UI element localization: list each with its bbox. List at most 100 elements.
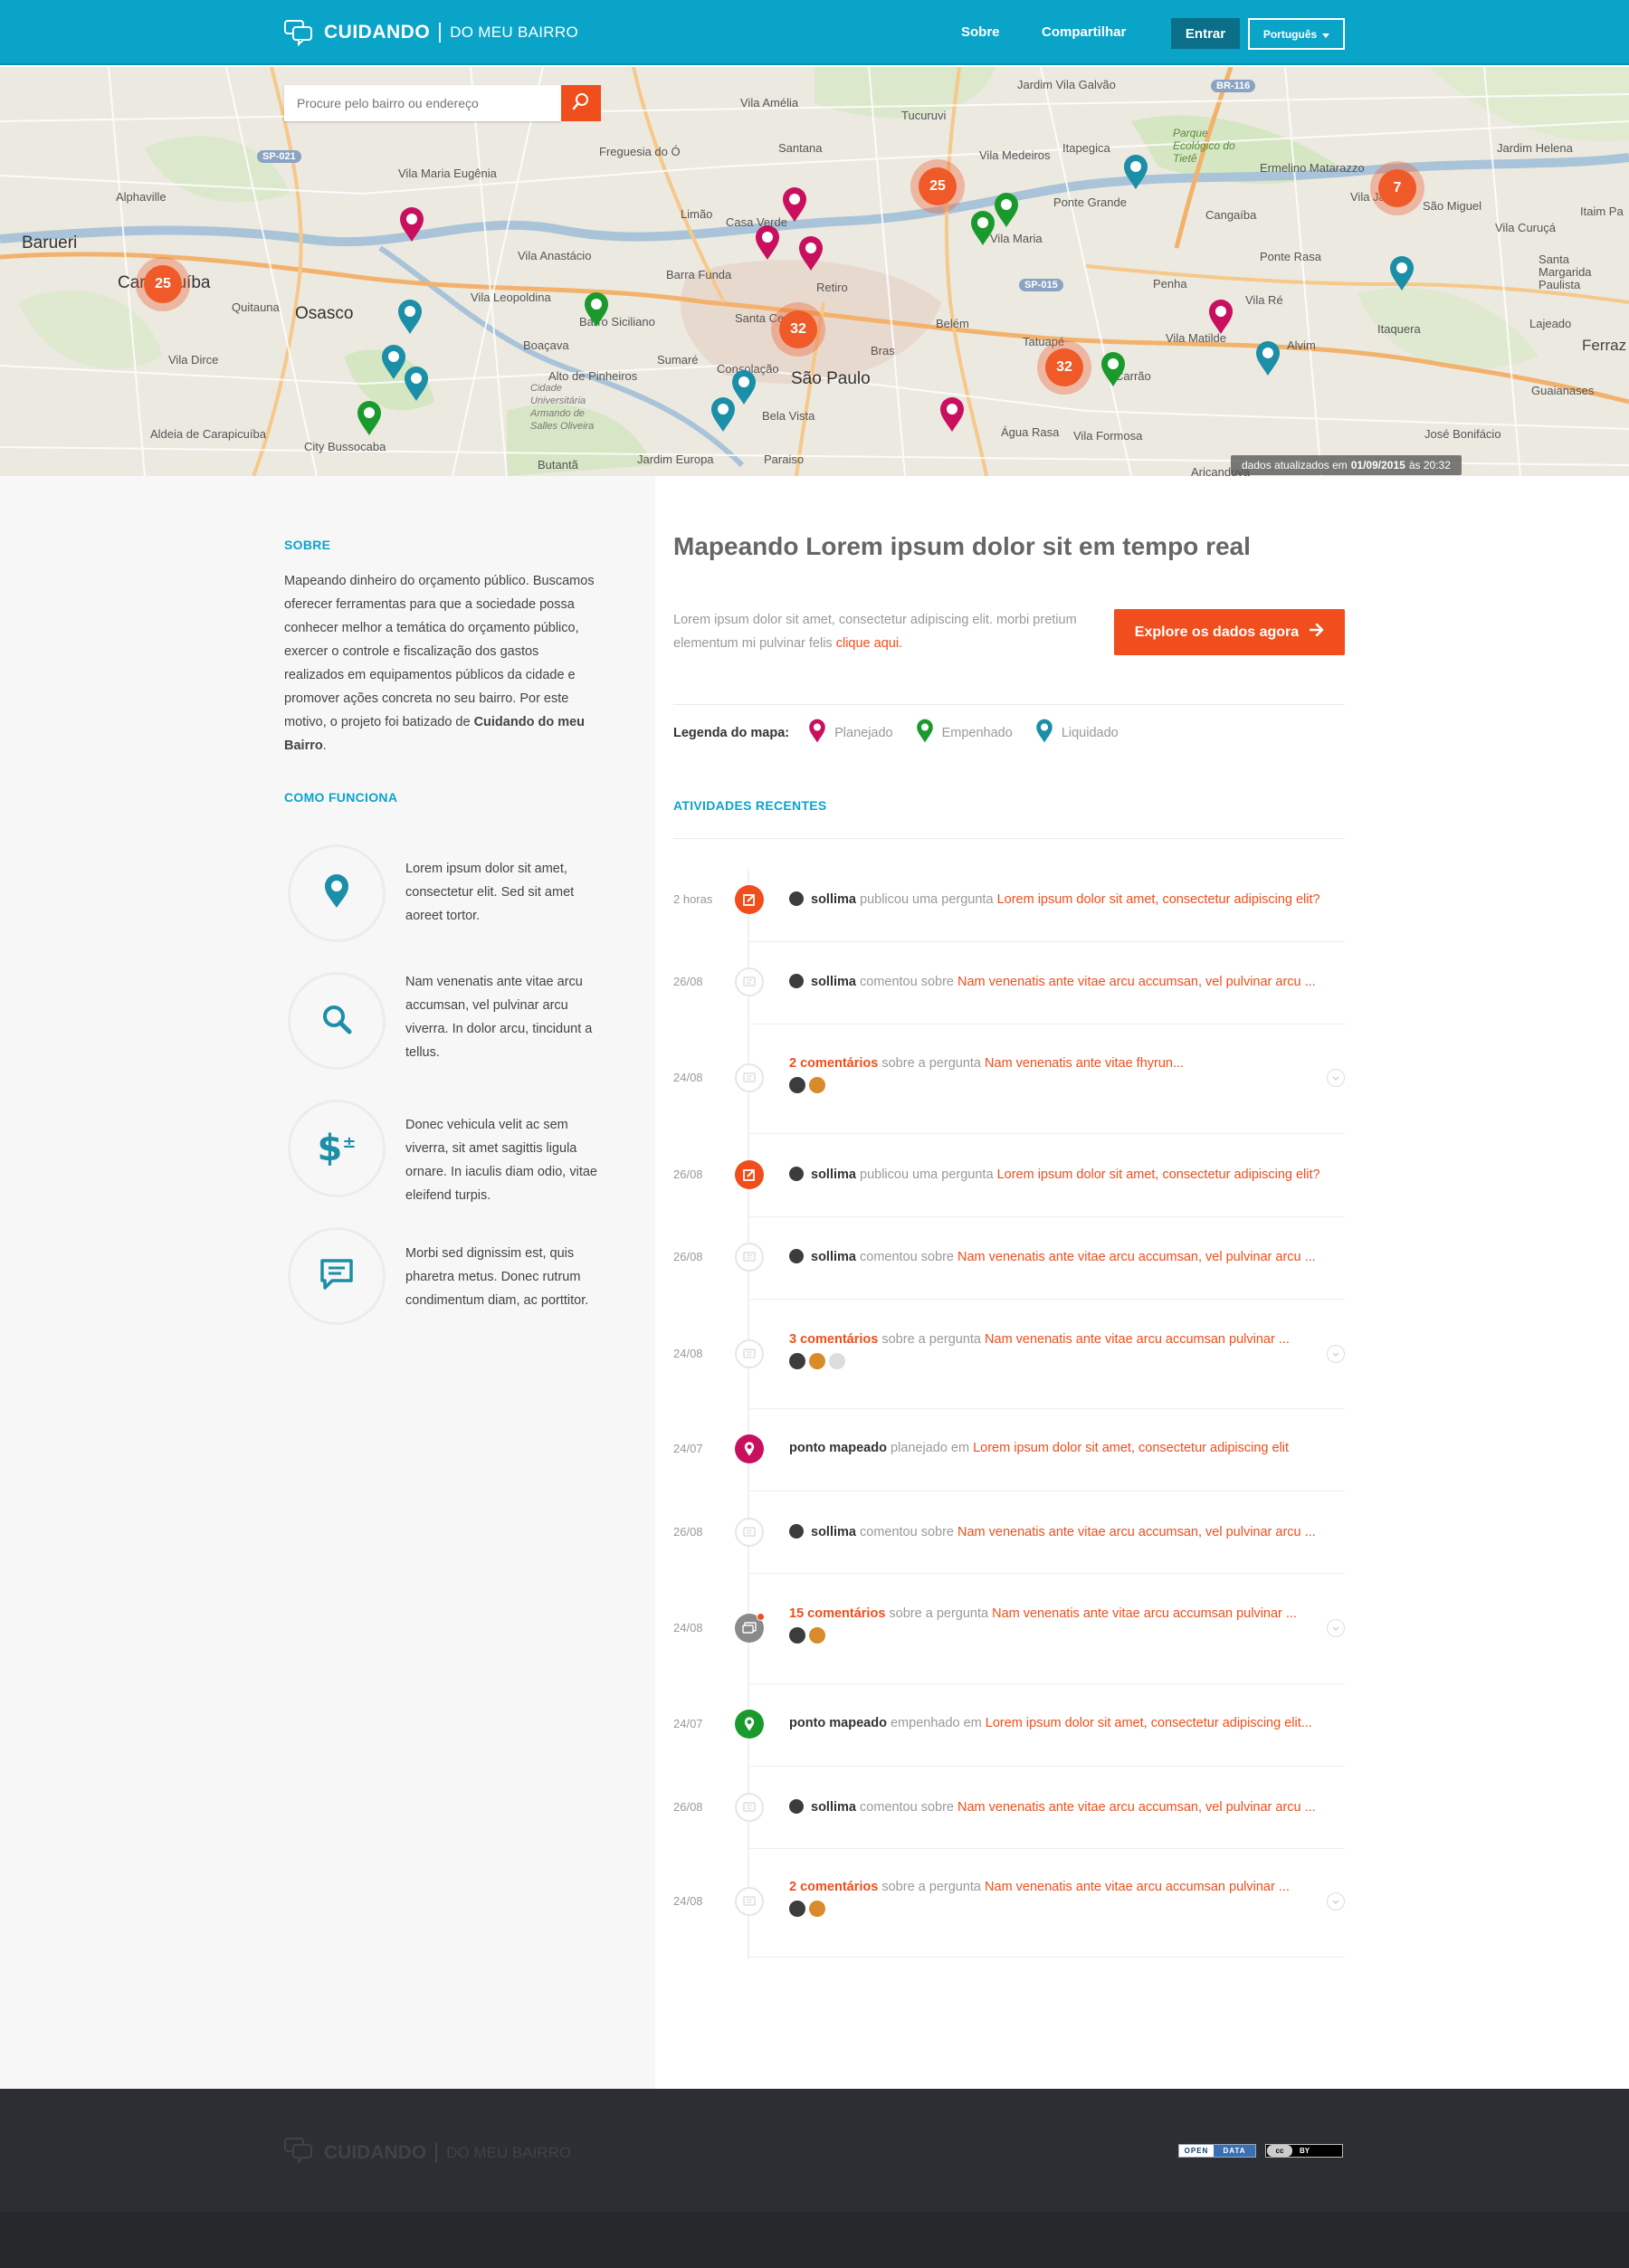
map-label: Bras (871, 344, 895, 357)
search-icon (572, 92, 590, 115)
activity-date: 26/08 (673, 975, 703, 988)
avatar[interactable] (789, 1077, 805, 1093)
legend-planejado-label: Planejado (834, 725, 893, 740)
avatar[interactable] (789, 1627, 805, 1644)
planned-map-pin[interactable] (781, 186, 808, 223)
map-cluster[interactable]: 25 (910, 159, 965, 214)
click-here-link[interactable]: clique aqui. (836, 636, 902, 651)
avatar[interactable] (789, 1799, 804, 1814)
map-cluster[interactable]: 32 (771, 302, 825, 357)
committed-map-pin[interactable] (356, 400, 383, 436)
activity-user[interactable]: sollima (811, 1525, 856, 1539)
open-data-badge[interactable]: OPEN DATA (1178, 2144, 1256, 2158)
committed-map-pin[interactable] (1100, 351, 1127, 387)
footer-logo[interactable]: CUIDANDO DO MEU BAIRRO (284, 2137, 571, 2168)
planned-map-pin[interactable] (754, 224, 781, 261)
comment-count[interactable]: 2 comentários (789, 1056, 878, 1071)
creative-commons-badge[interactable]: cc BY (1265, 2144, 1343, 2158)
activity-link[interactable]: Nam venenatis ante vitae arcu accumsan p… (985, 1332, 1290, 1347)
avatar[interactable] (809, 1627, 825, 1644)
cluster-count: 32 (779, 310, 817, 348)
planned-map-pin[interactable] (1207, 299, 1234, 335)
expand-chevron-icon[interactable] (1327, 1892, 1345, 1911)
settled-map-pin[interactable] (710, 396, 737, 433)
map-cluster[interactable]: 7 (1370, 161, 1424, 215)
avatar[interactable] (809, 1901, 825, 1917)
map-label: Belém (936, 317, 969, 330)
avatar[interactable] (789, 1249, 804, 1263)
expand-chevron-icon[interactable] (1327, 1345, 1345, 1363)
avatar[interactable] (789, 1353, 805, 1369)
map-cluster[interactable]: 25 (136, 257, 190, 311)
search-input[interactable] (284, 85, 561, 121)
map-label: Limão (681, 207, 713, 221)
explore-data-button[interactable]: Explore os dados agora (1114, 609, 1345, 655)
highway-shield: BR-116 (1211, 80, 1256, 92)
nav-compartilhar[interactable]: Compartilhar (1042, 24, 1126, 40)
nav-sobre[interactable]: Sobre (961, 24, 1000, 40)
login-button[interactable]: Entrar (1171, 18, 1240, 49)
activity-user[interactable]: sollima (811, 892, 856, 907)
activity-link[interactable]: Nam venenatis ante vitae arcu accumsan, … (957, 1525, 1316, 1539)
activity-link[interactable]: Nam venenatis ante vitae arcu accumsan, … (957, 1250, 1316, 1264)
avatar[interactable] (809, 1077, 825, 1093)
map-view[interactable]: Barueri Alphaville Osasco Vila Anastácio… (0, 67, 1629, 476)
activity-link[interactable]: Nam venenatis ante vitae fhyrun... (985, 1056, 1184, 1071)
activity-verb: comentou sobre (860, 975, 954, 989)
settled-map-pin[interactable] (1254, 340, 1281, 376)
planned-map-pin[interactable] (938, 396, 966, 433)
map-label: Cangaíba (1205, 208, 1257, 222)
committed-map-pin[interactable] (993, 192, 1020, 228)
avatar[interactable] (789, 1901, 805, 1917)
map-label: Vila Maria (990, 232, 1043, 245)
planned-map-pin[interactable] (797, 235, 824, 272)
activity-text: 2 comentários sobre a pergunta Nam venen… (789, 1880, 1290, 1894)
badge-data-text: DATA (1214, 2145, 1255, 2157)
map-cluster[interactable]: 32 (1037, 340, 1091, 395)
expand-chevron-icon[interactable] (1327, 1069, 1345, 1087)
search-button[interactable] (561, 85, 601, 121)
settled-map-pin[interactable] (1122, 154, 1149, 190)
avatar[interactable] (829, 1353, 845, 1369)
committed-map-pin[interactable] (583, 291, 610, 328)
avatar[interactable] (809, 1353, 825, 1369)
activity-date: 24/08 (673, 1621, 703, 1634)
language-dropdown[interactable]: Português (1248, 18, 1345, 50)
activity-text: sollima publicou uma pergunta Lorem ipsu… (789, 891, 1320, 907)
activity-user[interactable]: sollima (811, 975, 856, 989)
comment-icon (735, 1793, 764, 1822)
map-label: Guaianases (1531, 384, 1595, 397)
avatar[interactable] (789, 1167, 804, 1181)
footer (0, 2089, 1629, 2212)
avatar[interactable] (789, 974, 804, 988)
settled-map-pin[interactable] (403, 366, 430, 402)
settled-map-pin[interactable] (1388, 255, 1415, 291)
avatar[interactable] (789, 1524, 804, 1539)
activity-text: sollima comentou sobre Nam venenatis ant… (789, 1799, 1316, 1815)
activity-user[interactable]: sollima (811, 1250, 856, 1264)
activity-date: 24/08 (673, 1347, 703, 1360)
activity-link[interactable]: Nam venenatis ante vitae arcu accumsan, … (957, 975, 1316, 989)
activity-link[interactable]: Lorem ipsum dolor sit amet, consectetur … (973, 1441, 1289, 1455)
map-label: Barra Funda (666, 268, 732, 281)
comment-count[interactable]: 2 comentários (789, 1880, 878, 1894)
activity-user[interactable]: sollima (811, 1800, 856, 1815)
activity-link[interactable]: Lorem ipsum dolor sit amet, consectetur … (997, 1167, 1320, 1182)
settled-map-pin[interactable] (396, 299, 424, 335)
activity-user[interactable]: sollima (811, 1167, 856, 1182)
comment-count[interactable]: 15 comentários (789, 1606, 885, 1621)
activity-verb: sobre a pergunta (881, 1880, 981, 1894)
comment-count[interactable]: 3 comentários (789, 1332, 878, 1347)
site-logo[interactable]: CUIDANDO DO MEU BAIRRO (284, 18, 578, 47)
activity-link[interactable]: Nam venenatis ante vitae arcu accumsan p… (985, 1880, 1290, 1894)
activity-verb: sobre a pergunta (881, 1332, 981, 1347)
map-legend: Legenda do mapa: Planejado Empenhado Liq… (673, 719, 1140, 747)
activity-link[interactable]: Nam venenatis ante vitae arcu accumsan p… (992, 1606, 1297, 1621)
expand-chevron-icon[interactable] (1327, 1619, 1345, 1637)
map-label: Ermelino Matarazzo (1260, 161, 1365, 175)
planned-map-pin[interactable] (398, 206, 425, 243)
activity-link[interactable]: Lorem ipsum dolor sit amet, consectetur … (986, 1716, 1312, 1730)
activity-link[interactable]: Lorem ipsum dolor sit amet, consectetur … (997, 892, 1320, 907)
activity-link[interactable]: Nam venenatis ante vitae arcu accumsan, … (957, 1800, 1316, 1815)
avatar[interactable] (789, 891, 804, 906)
